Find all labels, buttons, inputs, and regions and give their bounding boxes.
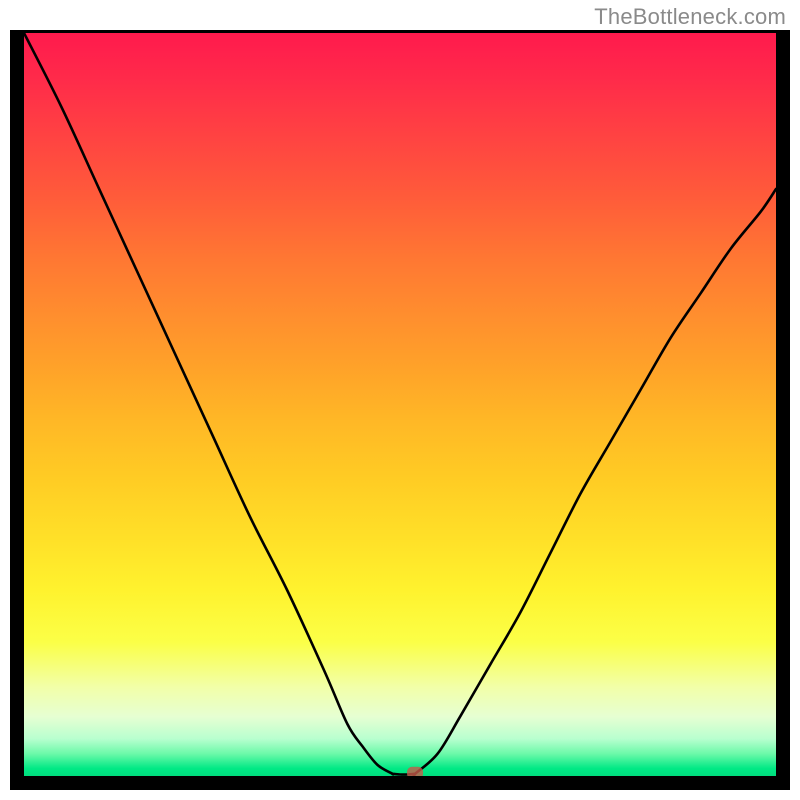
plot-frame: [10, 30, 790, 790]
curve-svg: [24, 33, 776, 776]
watermark-text: TheBottleneck.com: [594, 4, 786, 30]
curve-layer: [24, 33, 776, 776]
bottleneck-curve: [24, 33, 776, 775]
minimum-marker: [407, 767, 423, 776]
